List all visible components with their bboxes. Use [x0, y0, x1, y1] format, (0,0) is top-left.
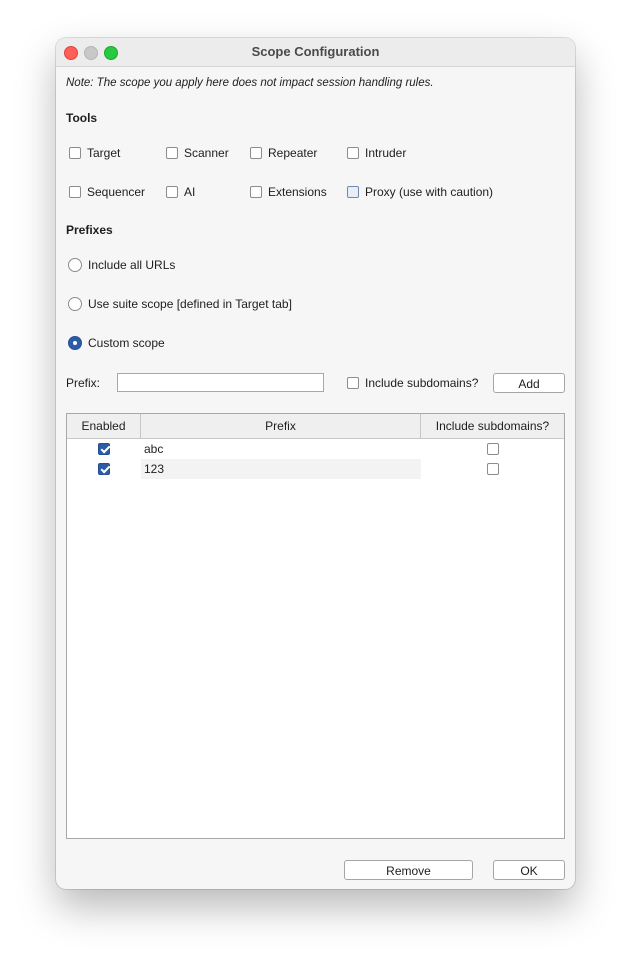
checkbox-box[interactable] [69, 147, 81, 159]
radio-include-all-urls-label: Include all URLs [88, 258, 176, 272]
radio-use-suite-scope[interactable]: Use suite scope [defined in Target tab] [68, 297, 292, 311]
checkbox-box[interactable] [250, 186, 262, 198]
prefix-label: Prefix: [66, 376, 101, 390]
tool-target-checkbox[interactable]: Target [69, 146, 120, 160]
tool-scanner-label: Scanner [184, 146, 229, 160]
tool-proxy-label: Proxy (use with caution) [365, 185, 494, 199]
tool-proxy-checkbox[interactable]: Proxy (use with caution) [347, 185, 493, 199]
include-subdomains-row-checkbox[interactable] [486, 442, 499, 455]
column-enabled[interactable]: Enabled [67, 414, 141, 438]
cell-include-subdomains[interactable] [421, 439, 564, 459]
enabled-checkbox[interactable] [98, 442, 110, 455]
tool-target-label: Target [87, 146, 121, 160]
radio-include-all-urls[interactable]: Include all URLs [68, 258, 175, 272]
include-subdomains-checkbox[interactable]: Include subdomains? [347, 376, 478, 390]
checkbox-box[interactable] [347, 147, 359, 159]
add-button[interactable]: Add [493, 373, 565, 393]
cell-include-subdomains[interactable] [421, 459, 564, 479]
radio-circle[interactable] [68, 336, 82, 350]
table-row[interactable]: 123 [67, 459, 564, 479]
checkbox-box[interactable] [166, 147, 178, 159]
title-bar[interactable]: Scope Configuration [56, 38, 575, 67]
cell-prefix[interactable]: abc [141, 439, 421, 459]
tool-ai-checkbox[interactable]: AI [166, 185, 195, 199]
scope-table[interactable]: Enabled Prefix Include subdomains? abc 1… [66, 413, 565, 839]
table-row[interactable]: abc [67, 439, 564, 459]
checkbox-box[interactable] [250, 147, 262, 159]
tool-intruder-checkbox[interactable]: Intruder [347, 146, 406, 160]
window-title: Scope Configuration [251, 44, 380, 59]
tool-repeater-checkbox[interactable]: Repeater [250, 146, 317, 160]
scope-configuration-window: Scope Configuration Note: The scope you … [56, 38, 575, 889]
checkbox-box[interactable] [166, 186, 178, 198]
cell-prefix[interactable]: 123 [141, 459, 421, 479]
radio-circle[interactable] [68, 297, 82, 311]
checkbox-box[interactable] [69, 186, 81, 198]
include-subdomains-row-checkbox[interactable] [486, 462, 499, 475]
column-include-subdomains[interactable]: Include subdomains? [421, 414, 564, 438]
scope-note: Note: The scope you apply here does not … [66, 77, 434, 89]
tool-extensions-label: Extensions [268, 185, 327, 199]
column-prefix[interactable]: Prefix [141, 414, 421, 438]
radio-circle[interactable] [68, 258, 82, 272]
cell-enabled[interactable] [67, 439, 141, 459]
prefixes-heading: Prefixes [66, 223, 113, 237]
radio-custom-scope-label: Custom scope [88, 336, 165, 350]
include-subdomains-label: Include subdomains? [365, 376, 479, 390]
enabled-checkbox[interactable] [98, 462, 110, 475]
tool-extensions-checkbox[interactable]: Extensions [250, 185, 327, 199]
remove-button[interactable]: Remove [344, 860, 473, 880]
table-header: Enabled Prefix Include subdomains? [67, 414, 564, 439]
ok-button[interactable]: OK [493, 860, 565, 880]
tool-intruder-label: Intruder [365, 146, 407, 160]
checkbox-box[interactable] [347, 186, 359, 198]
checkbox-box[interactable] [347, 377, 359, 389]
tool-repeater-label: Repeater [268, 146, 318, 160]
tool-sequencer-label: Sequencer [87, 185, 146, 199]
prefix-input[interactable] [117, 373, 324, 392]
cell-enabled[interactable] [67, 459, 141, 479]
radio-use-suite-scope-label: Use suite scope [defined in Target tab] [88, 297, 292, 311]
tools-heading: Tools [66, 111, 98, 125]
tool-sequencer-checkbox[interactable]: Sequencer [69, 185, 145, 199]
radio-custom-scope[interactable]: Custom scope [68, 336, 165, 350]
tool-ai-label: AI [184, 185, 196, 199]
tool-scanner-checkbox[interactable]: Scanner [166, 146, 229, 160]
